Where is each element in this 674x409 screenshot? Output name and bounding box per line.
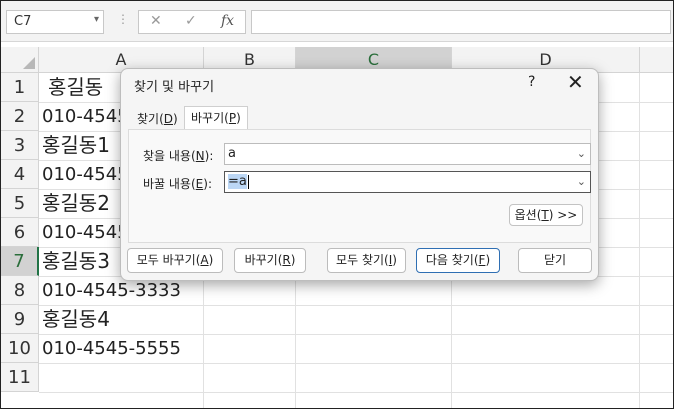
chevron-down-icon[interactable]: ▾ <box>94 14 99 25</box>
name-box-value: C7 <box>14 14 32 29</box>
find-all-key: I <box>388 253 393 267</box>
find-all-button[interactable]: 모두 찾기(I) <box>327 248 406 273</box>
row-header-2[interactable]: 2 <box>1 102 39 131</box>
find-next-key: F <box>478 253 486 267</box>
options-suffix: >> <box>553 208 578 222</box>
cell-a3[interactable]: 홍길동1 <box>42 131 110 160</box>
find-replace-dialog: 찾기 및 바꾸기 ? ✕ 찾기(D) 바꾸기(P) 찾을 내용(N): a ⌄ … <box>120 68 599 281</box>
find-input[interactable]: a ⌄ <box>224 143 591 165</box>
close-icon[interactable]: ✕ <box>567 70 584 94</box>
cell-a9[interactable]: 홍길동4 <box>42 305 110 334</box>
grid-line <box>639 73 640 408</box>
cell-a7[interactable]: 홍길동3 <box>42 247 110 276</box>
chevron-down-icon[interactable]: ⌄ <box>577 172 586 192</box>
row-header-3[interactable]: 3 <box>1 131 39 160</box>
replace-label-key: E <box>195 177 204 191</box>
replace-all-button[interactable]: 모두 바꾸기(A) <box>127 248 223 273</box>
tab-replace-label: 바꾸기 <box>191 111 225 125</box>
replace-input-value: =a <box>228 174 247 189</box>
close-button[interactable]: 닫기 <box>518 248 592 273</box>
find-label-key: N <box>195 149 205 163</box>
options-key: T <box>541 208 549 222</box>
row-header-1[interactable]: 1 <box>1 73 39 102</box>
help-icon[interactable]: ? <box>528 74 535 90</box>
select-all-icon <box>23 57 35 69</box>
find-next-label: 다음 찾기 <box>425 253 474 267</box>
cell-a1[interactable]: 홍길동 <box>48 73 103 102</box>
formula-buttons: ✕ ✓ fx <box>138 10 246 34</box>
replace-label: 바꿀 내용(E): <box>143 177 212 191</box>
options-label: 옵션 <box>514 208 537 222</box>
find-all-label: 모두 찾기 <box>336 253 385 267</box>
replace-button-label: 바꾸기 <box>244 253 278 267</box>
text-caret <box>247 174 249 189</box>
row-header-10[interactable]: 10 <box>1 334 39 363</box>
replace-input[interactable]: =a ⌄ <box>224 171 591 193</box>
formula-bar: C7 ▾ ⋮ ✕ ✓ fx <box>1 1 673 42</box>
name-box[interactable]: C7 ▾ <box>6 10 104 34</box>
options-button[interactable]: 옵션(T) >> <box>509 204 583 226</box>
find-input-value: a <box>228 146 236 161</box>
cell-a5[interactable]: 홍길동2 <box>42 189 110 218</box>
select-all-corner[interactable] <box>1 47 39 73</box>
enter-icon[interactable]: ✓ <box>185 13 197 29</box>
find-label: 찾을 내용(N): <box>143 149 214 163</box>
row-header-7[interactable]: 7 <box>1 247 39 276</box>
find-label-text: 찾을 내용 <box>143 149 191 163</box>
tab-find[interactable]: 찾기(D) <box>131 108 184 130</box>
replace-all-key: A <box>200 253 209 267</box>
column-header-e[interactable] <box>640 47 673 73</box>
replace-button-key: R <box>282 253 291 267</box>
grid-line <box>39 392 673 393</box>
excel-window: C7 ▾ ⋮ ✕ ✓ fx A B C D 1 2 3 4 5 6 7 8 9 … <box>0 0 674 409</box>
chevron-down-icon[interactable]: ⌄ <box>577 144 586 164</box>
tab-find-key: D <box>163 112 174 126</box>
dialog-title: 찾기 및 바꾸기 <box>134 80 215 95</box>
row-header-8[interactable]: 8 <box>1 276 39 305</box>
row-header-4[interactable]: 4 <box>1 160 39 189</box>
tab-replace[interactable]: 바꾸기(P) <box>184 106 248 130</box>
more-vertical-icon[interactable]: ⋮ <box>117 12 129 26</box>
row-header-11[interactable]: 11 <box>1 363 39 392</box>
find-next-button[interactable]: 다음 찾기(F) <box>416 248 500 273</box>
tab-find-label: 찾기 <box>137 112 160 126</box>
grid-line <box>39 305 673 306</box>
row-header-6[interactable]: 6 <box>1 218 39 247</box>
row-header-5[interactable]: 5 <box>1 189 39 218</box>
formula-input[interactable] <box>251 10 671 34</box>
replace-all-label: 모두 바꾸기 <box>136 253 196 267</box>
grid-line <box>39 363 673 364</box>
tab-replace-key: P <box>228 111 237 125</box>
replace-button[interactable]: 바꾸기(R) <box>234 248 306 273</box>
cancel-icon[interactable]: ✕ <box>150 13 162 29</box>
cell-a10[interactable]: 010-4545-5555 <box>42 334 181 363</box>
row-header-9[interactable]: 9 <box>1 305 39 334</box>
fx-icon[interactable]: fx <box>221 13 234 29</box>
replace-label-text: 바꿀 내용 <box>143 177 191 191</box>
